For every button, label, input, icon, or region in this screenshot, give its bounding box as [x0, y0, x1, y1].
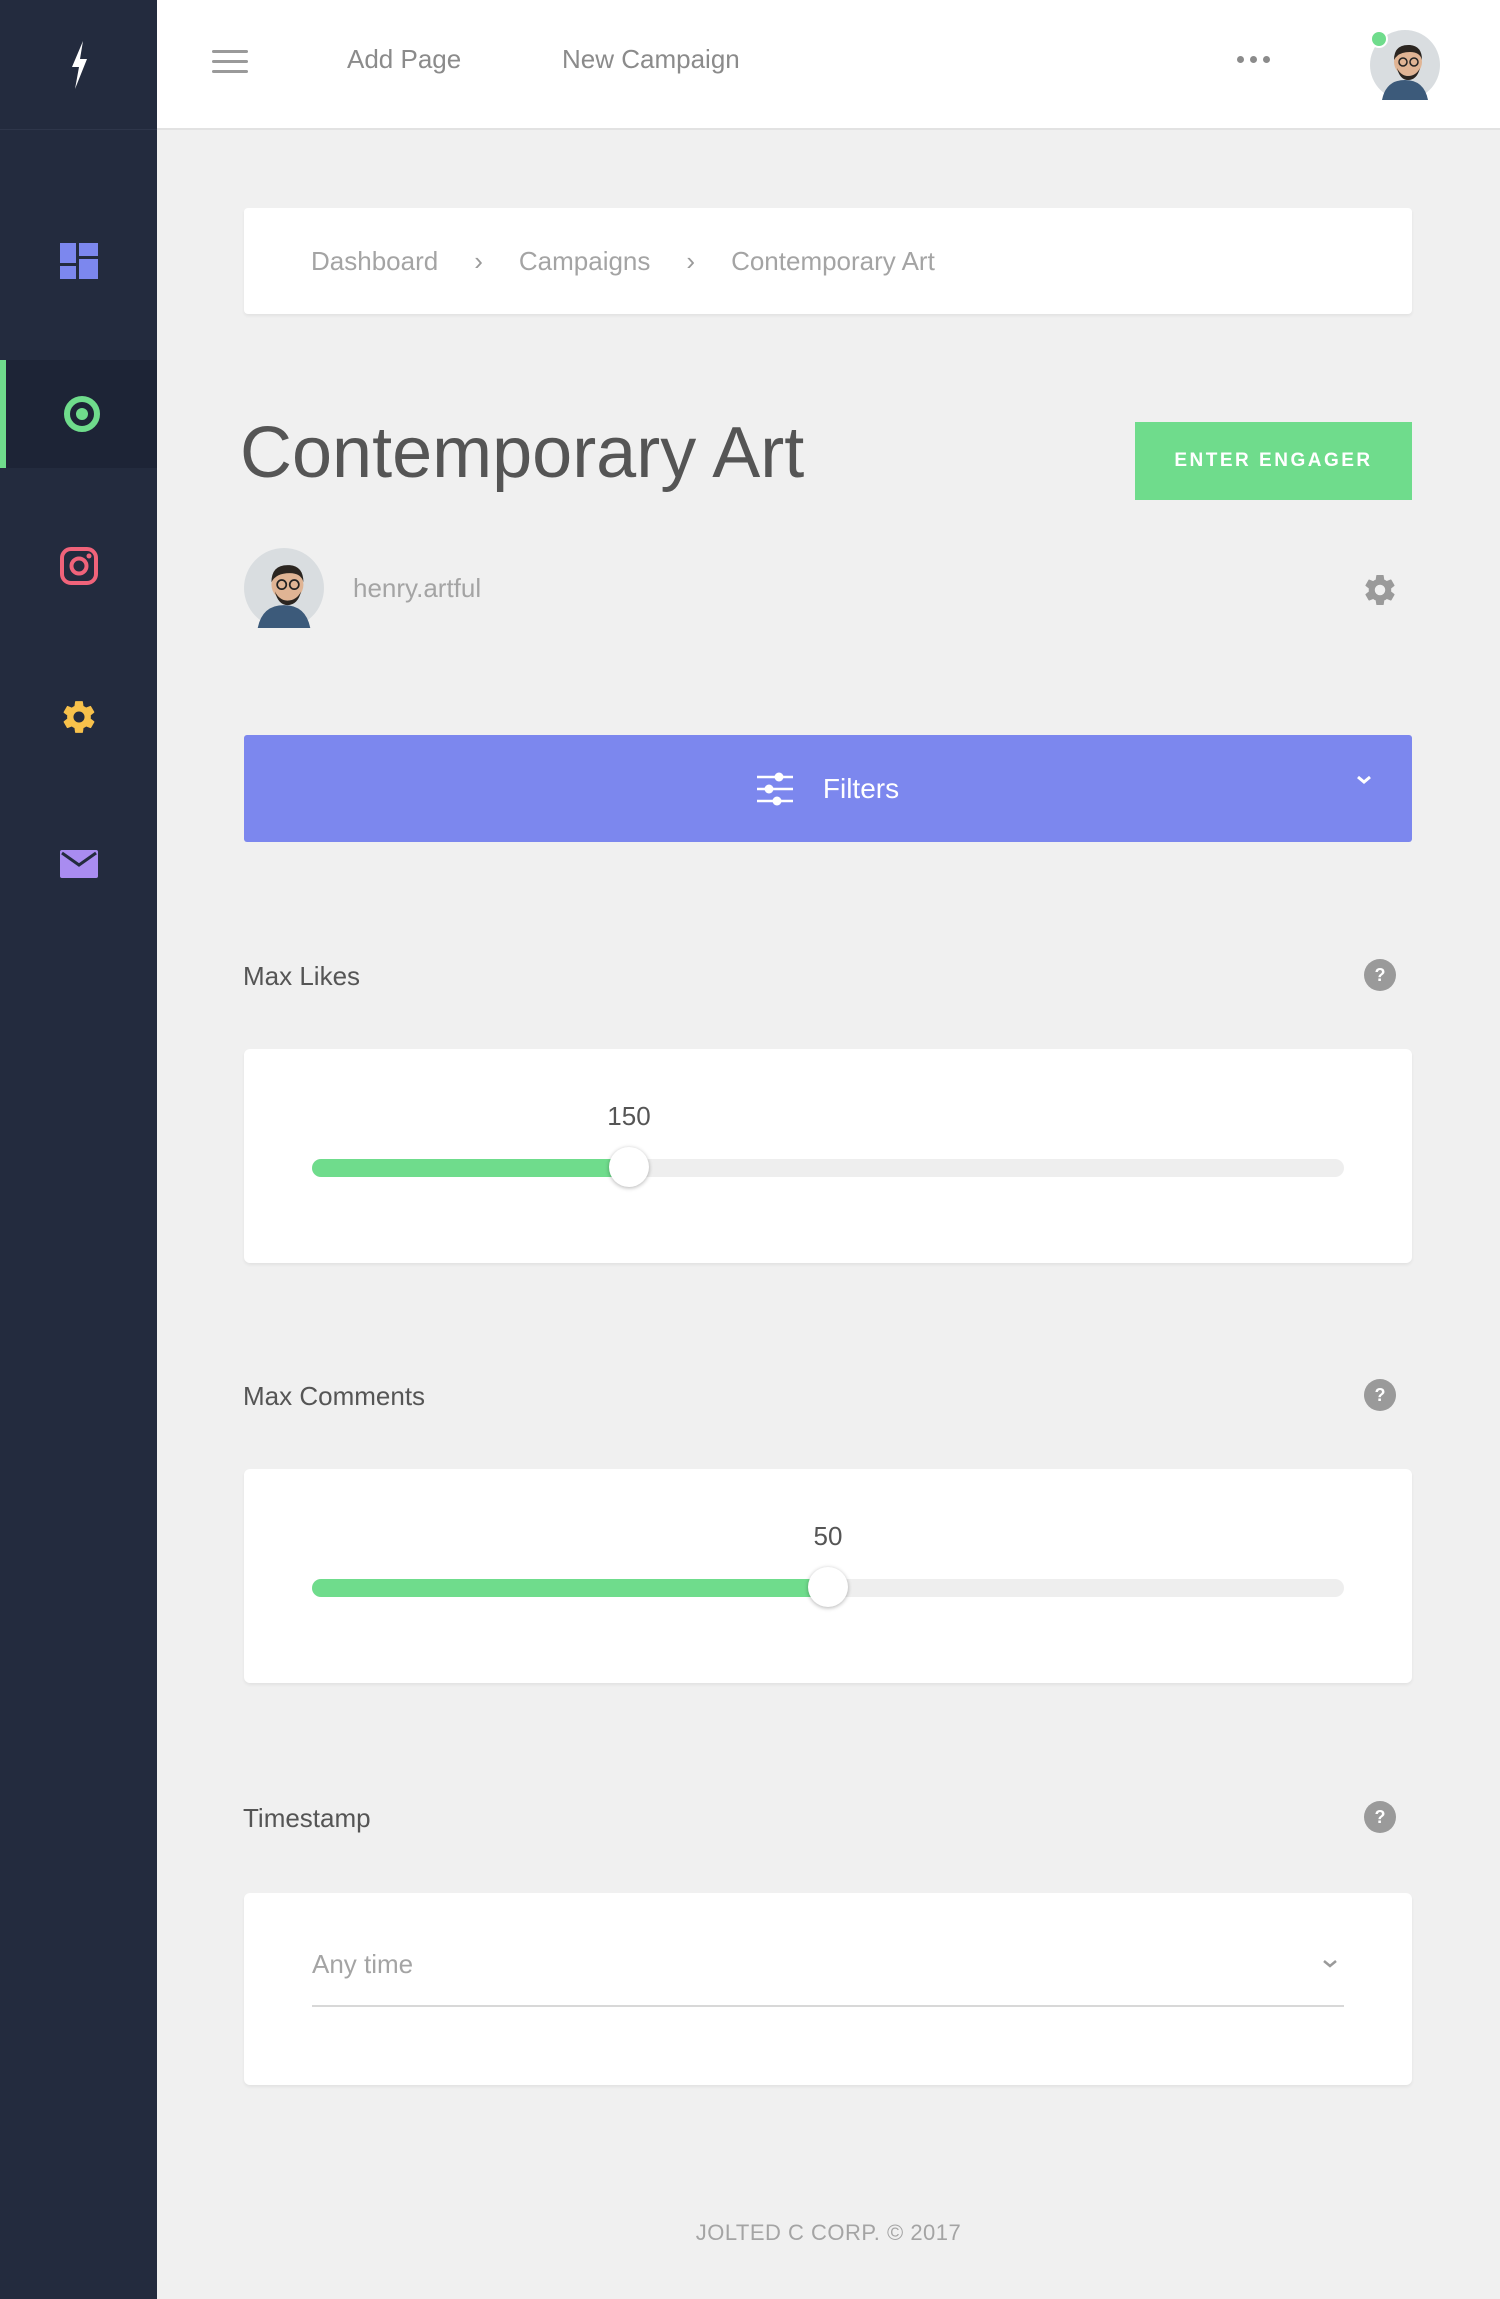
max-comments-slider[interactable]: [312, 1567, 1344, 1607]
user-avatar: [244, 548, 324, 628]
instagram-icon: [59, 547, 98, 585]
help-icon[interactable]: ?: [1364, 1379, 1396, 1411]
online-status-dot: [1370, 30, 1388, 48]
max-likes-card: 150: [244, 1049, 1412, 1263]
filters-toggle[interactable]: Filters: [244, 735, 1412, 842]
max-comments-card: 50: [244, 1469, 1412, 1683]
hamburger-icon[interactable]: [212, 50, 248, 80]
sidebar-item-campaigns[interactable]: [0, 360, 157, 468]
page-title: Contemporary Art: [240, 413, 805, 493]
enter-engager-button[interactable]: ENTER ENGAGER: [1135, 422, 1412, 500]
timestamp-card: Any time: [244, 1893, 1412, 2085]
target-icon: [63, 396, 100, 432]
settings-gear-icon[interactable]: [1362, 572, 1398, 608]
max-comments-value: 50: [813, 1521, 843, 1551]
new-campaign-link[interactable]: New Campaign: [562, 44, 740, 75]
chevron-down-icon: [1357, 775, 1371, 784]
timestamp-select[interactable]: Any time: [312, 1929, 1344, 2007]
dashboard-icon: [59, 243, 98, 279]
sidebar: [0, 0, 157, 2299]
username: henry.artful: [353, 573, 482, 603]
breadcrumb-campaigns[interactable]: Campaigns: [519, 246, 651, 277]
max-likes-slider[interactable]: [312, 1147, 1344, 1187]
max-likes-label: Max Likes: [243, 961, 361, 991]
timestamp-label: Timestamp: [243, 1803, 371, 1833]
breadcrumb-dashboard[interactable]: Dashboard: [311, 246, 438, 277]
sidebar-item-dashboard[interactable]: [0, 207, 157, 315]
help-icon[interactable]: ?: [1364, 959, 1396, 991]
help-icon[interactable]: ?: [1364, 1801, 1396, 1833]
max-likes-slider-thumb[interactable]: [609, 1147, 649, 1187]
mail-icon: [59, 850, 98, 878]
more-dots-icon[interactable]: [1237, 56, 1270, 63]
footer-copyright: JOLTED C CORP. © 2017: [695, 2220, 962, 2245]
sidebar-item-instagram[interactable]: [0, 512, 157, 620]
filters-label: Filters: [822, 772, 900, 804]
breadcrumb-current: Contemporary Art: [731, 245, 935, 276]
timestamp-selected-value: Any time: [312, 1949, 414, 1979]
top-bar: Add Page New Campaign: [157, 0, 1500, 130]
logo[interactable]: [0, 0, 157, 130]
sidebar-item-mail[interactable]: [0, 810, 157, 918]
bolt-icon: [71, 40, 87, 89]
sidebar-item-settings[interactable]: [0, 663, 157, 771]
chevron-right-icon: ›: [474, 245, 483, 276]
max-likes-value: 150: [607, 1101, 651, 1131]
add-page-link[interactable]: Add Page: [347, 44, 461, 75]
sliders-icon: [756, 772, 793, 805]
chevron-down-icon: [1323, 1960, 1337, 1968]
gear-icon: [63, 701, 94, 733]
breadcrumb: Dashboard › Campaigns › Contemporary Art: [244, 208, 1412, 314]
max-comments-slider-fill: [312, 1579, 828, 1597]
max-likes-slider-fill: [312, 1159, 629, 1177]
max-comments-label: Max Comments: [243, 1381, 426, 1411]
chevron-right-icon: ›: [686, 245, 696, 276]
max-comments-slider-thumb[interactable]: [808, 1567, 848, 1607]
